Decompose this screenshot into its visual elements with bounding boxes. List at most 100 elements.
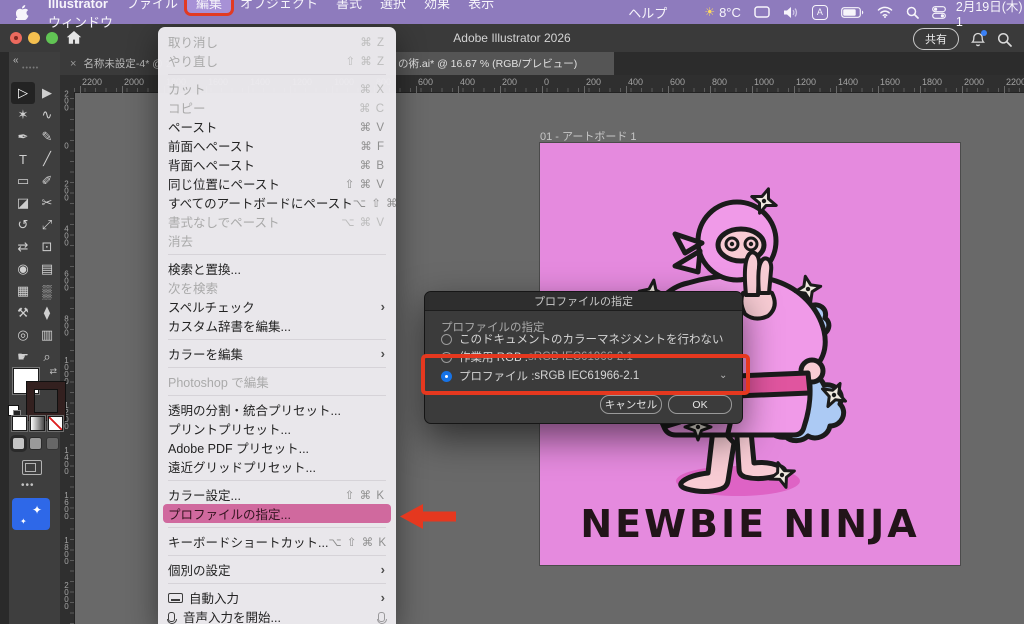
- weather-widget[interactable]: ☀ 8°C: [704, 5, 741, 20]
- vertical-ruler[interactable]: 2000200400600800100012001400160018002000: [60, 92, 75, 624]
- menu-item-コピー[interactable]: コピー⌘ C: [158, 98, 396, 117]
- app-search-icon[interactable]: [997, 32, 1012, 47]
- menu-item-個別の設定[interactable]: 個別の設定›: [158, 560, 396, 579]
- menubar-item-選択[interactable]: 選択: [371, 0, 415, 13]
- shaper-tool[interactable]: ◪: [11, 192, 35, 214]
- menu-item-同じ位置にペースト[interactable]: 同じ位置にペースト⇧ ⌘ V: [158, 174, 396, 193]
- menubar-clock[interactable]: 2月19日(木) 1: [956, 0, 1024, 29]
- scale-tool[interactable]: ⤢: [35, 214, 59, 236]
- display-icon[interactable]: [754, 6, 770, 18]
- default-fill-stroke-icon[interactable]: [8, 405, 19, 416]
- ok-button[interactable]: OK: [668, 395, 732, 414]
- menu-item-カラーを編集[interactable]: カラーを編集›: [158, 344, 396, 363]
- edit-toolbar-icon[interactable]: •••: [21, 480, 35, 491]
- gradient-mode-button[interactable]: [30, 416, 45, 431]
- submenu-arrow-icon: ›: [381, 590, 385, 605]
- scissors-tool[interactable]: ✂: [35, 192, 59, 214]
- notifications-bell-icon[interactable]: [971, 32, 985, 47]
- type-tool[interactable]: T: [11, 148, 35, 170]
- draw-behind-button[interactable]: [29, 437, 42, 450]
- battery-icon[interactable]: [841, 7, 864, 18]
- menu-item-ペースト[interactable]: ペースト⌘ V: [158, 117, 396, 136]
- menu-item-前面へペースト[interactable]: 前面へペースト⌘ F: [158, 136, 396, 155]
- line-segment-tool[interactable]: ╱: [35, 148, 59, 170]
- menu-item-遠近グリッドプリセット[interactable]: 遠近グリッドプリセット...: [158, 457, 396, 476]
- gradient-tool[interactable]: ▒: [35, 280, 59, 302]
- perspective-grid-tool[interactable]: ▤: [35, 258, 59, 280]
- eyedropper-tool[interactable]: ⧫: [35, 302, 59, 324]
- generative-ai-button[interactable]: ✦ ✦: [12, 498, 50, 530]
- collapse-panel-icon[interactable]: «: [13, 55, 19, 66]
- apple-logo-icon[interactable]: [16, 5, 29, 20]
- draw-normal-button[interactable]: [12, 437, 25, 450]
- menu-item-自動入力[interactable]: 自動入力›: [158, 588, 396, 607]
- menu-item-カット[interactable]: カット⌘ X: [158, 79, 396, 98]
- none-mode-button[interactable]: [48, 416, 63, 431]
- menu-item-カスタム辞書を編集[interactable]: カスタム辞書を編集...: [158, 316, 396, 335]
- magic-wand-tool[interactable]: ✶: [11, 104, 35, 126]
- menu-item-カラー設定[interactable]: カラー設定...⇧ ⌘ K: [158, 485, 396, 504]
- free-transform-tool[interactable]: ⊡: [35, 236, 59, 258]
- rectangle-tool[interactable]: ▭: [11, 170, 35, 192]
- menu-item-透明の分割・統合プリセット[interactable]: 透明の分割・統合プリセット...: [158, 400, 396, 419]
- menubar-item-Illustrator[interactable]: Illustrator: [39, 0, 117, 13]
- hand-tool[interactable]: ☛: [11, 346, 35, 368]
- annotation-box-profile-row: [421, 354, 750, 395]
- pen-tool[interactable]: ✒: [11, 126, 35, 148]
- menu-item-書式なしでペースト[interactable]: 書式なしでペースト⌥ ⌘ V: [158, 212, 396, 231]
- swap-fill-stroke-icon[interactable]: ⇄: [49, 366, 57, 377]
- zoom-tool[interactable]: ⌕: [35, 346, 59, 368]
- artboard-label[interactable]: 01 - アートボード 1: [540, 128, 637, 144]
- menubar-item-help[interactable]: ヘルプ: [619, 1, 676, 24]
- profile-radio-1[interactable]: このドキュメントのカラーマネジメントを行わない: [441, 331, 724, 347]
- input-source-icon[interactable]: A: [812, 5, 828, 20]
- menu-item-Adobe PDF プリセット[interactable]: Adobe PDF プリセット...: [158, 438, 396, 457]
- direct-selection-tool[interactable]: ▶: [35, 82, 59, 104]
- color-mode-button[interactable]: [12, 416, 27, 431]
- menu-item-次を検索[interactable]: 次を検索: [158, 278, 396, 297]
- share-button[interactable]: 共有: [913, 28, 959, 50]
- menu-item-プロファイルの指定[interactable]: プロファイルの指定...: [163, 504, 391, 523]
- dialog-title[interactable]: プロファイルの指定: [425, 292, 742, 311]
- lasso-tool[interactable]: ∿: [35, 104, 59, 126]
- radio-icon[interactable]: [441, 334, 452, 345]
- menu-item-取り消し[interactable]: 取り消し⌘ Z: [158, 32, 396, 51]
- graph-tool[interactable]: ▥: [35, 324, 59, 346]
- volume-icon[interactable]: [783, 6, 799, 19]
- menubar-item-ウィンドウ[interactable]: ウィンドウ: [39, 13, 122, 32]
- control-center-icon[interactable]: [932, 6, 946, 19]
- cancel-button[interactable]: キャンセル: [600, 395, 662, 414]
- draw-inside-button[interactable]: [46, 437, 59, 450]
- menu-item-音声入力を開始[interactable]: 音声入力を開始...: [158, 607, 396, 624]
- wifi-icon[interactable]: [877, 6, 893, 18]
- menubar-item-ファイル[interactable]: ファイル: [117, 0, 187, 13]
- menubar-item-書式[interactable]: 書式: [327, 0, 371, 13]
- paintbrush-tool[interactable]: ✐: [35, 170, 59, 192]
- mesh-tool[interactable]: ▦: [11, 280, 35, 302]
- screen-mode-button[interactable]: [22, 460, 42, 475]
- rotate-tool[interactable]: ↺: [11, 214, 35, 236]
- selection-tool[interactable]: ▷: [11, 82, 35, 104]
- menubar-item-オブジェクト[interactable]: オブジェクト: [231, 0, 327, 13]
- menubar-item-効果[interactable]: 効果: [415, 0, 459, 13]
- menu-item-背面へペースト[interactable]: 背面へペースト⌘ B: [158, 155, 396, 174]
- shape-builder-tool[interactable]: ◉: [11, 258, 35, 280]
- width-tool[interactable]: ⇄: [11, 236, 35, 258]
- menu-item-検索と置換[interactable]: 検索と置換...: [158, 259, 396, 278]
- menubar-item-表示[interactable]: 表示: [459, 0, 503, 13]
- symbol-sprayer-tool[interactable]: ◎: [11, 324, 35, 346]
- menu-item-Photoshop で編集[interactable]: Photoshop で編集: [158, 372, 396, 391]
- menu-item-消去[interactable]: 消去: [158, 231, 396, 250]
- menubar-item-編集[interactable]: 編集: [187, 0, 231, 13]
- menu-item-キーボードショートカット[interactable]: キーボードショートカット...⌥ ⇧ ⌘ K: [158, 532, 396, 551]
- menu-item-すべてのアートボードにペースト[interactable]: すべてのアートボードにペースト⌥ ⇧ ⌘ V: [158, 193, 396, 212]
- search-icon[interactable]: [906, 6, 919, 19]
- menu-item-やり直し[interactable]: やり直し⇧ ⌘ Z: [158, 51, 396, 70]
- tab-close-icon[interactable]: ×: [70, 58, 76, 70]
- curvature-tool[interactable]: ✎: [35, 126, 59, 148]
- menu-item-スペルチェック[interactable]: スペルチェック›: [158, 297, 396, 316]
- menu-item-プリントプリセット[interactable]: プリントプリセット...: [158, 419, 396, 438]
- panel-grip[interactable]: •••••: [22, 65, 39, 72]
- stroke-swatch[interactable]: [27, 382, 65, 420]
- slice-tool[interactable]: ⚒: [11, 302, 35, 324]
